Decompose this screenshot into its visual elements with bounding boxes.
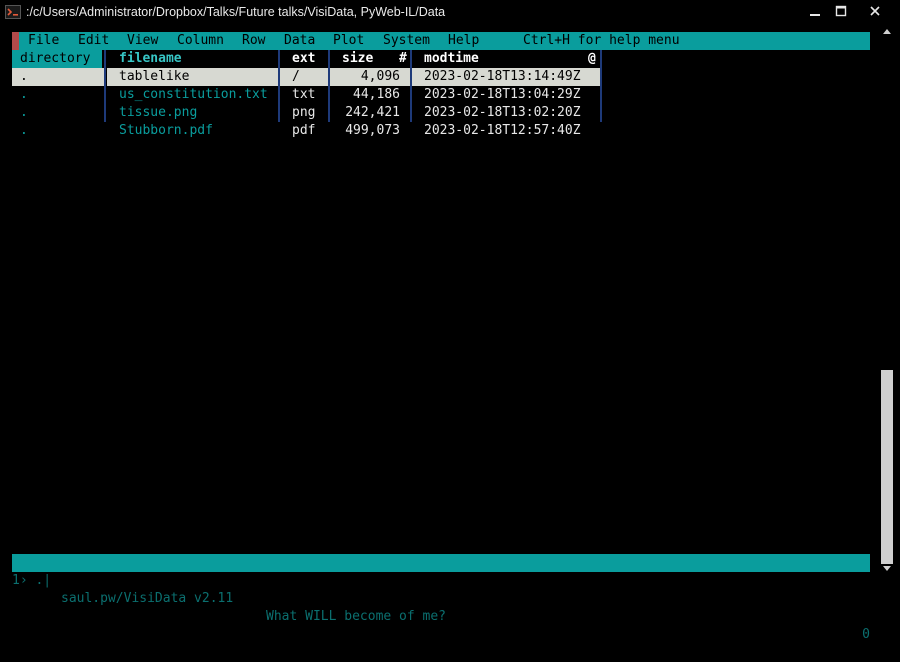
- table-row[interactable]: . tissue.png png 242,421 2023-02-18T13:0…: [12, 104, 870, 122]
- cell-directory[interactable]: .: [20, 104, 28, 122]
- scrollbar-thumb[interactable]: [881, 370, 893, 564]
- terminal-icon: [5, 5, 21, 19]
- column-type-date: @: [588, 51, 596, 66]
- vertical-scrollbar[interactable]: [880, 24, 894, 576]
- menu-help[interactable]: Help: [448, 32, 479, 50]
- terminal-window: :/c/Users/Administrator/Dropbox/Talks/Fu…: [0, 0, 900, 642]
- minimize-icon: [810, 14, 820, 16]
- cell-modtime[interactable]: 2023-02-18T12:57:40Z: [424, 122, 581, 140]
- menu-data[interactable]: Data: [284, 32, 315, 50]
- close-button[interactable]: [860, 0, 890, 22]
- cell-size[interactable]: 44,186: [330, 86, 400, 104]
- row-count: 0: [862, 627, 870, 642]
- column-header-row: directory filename ext size # modtime @: [12, 50, 870, 68]
- cell-ext[interactable]: png: [292, 104, 315, 122]
- menu-view[interactable]: View: [127, 32, 158, 50]
- menu-file[interactable]: File: [28, 32, 59, 50]
- menu-edit[interactable]: Edit: [78, 32, 109, 50]
- cell-filename[interactable]: tissue.png: [119, 104, 197, 122]
- column-header-filename[interactable]: filename: [119, 50, 182, 68]
- cell-size[interactable]: 4,096: [330, 68, 410, 86]
- cell-size[interactable]: 499,073: [330, 122, 400, 140]
- cell-modtime[interactable]: 2023-02-18T13:14:49Z: [412, 68, 600, 86]
- cell-directory[interactable]: .: [12, 68, 104, 86]
- version-label: saul.pw/VisiData v2.11: [61, 591, 234, 606]
- scroll-down-button[interactable]: [880, 562, 894, 576]
- status-message: What WILL become of me?: [266, 609, 447, 624]
- table-row[interactable]: . Stubborn.pdf pdf 499,073 2023-02-18T12…: [12, 122, 870, 140]
- menu-system[interactable]: System: [383, 32, 430, 50]
- help-hint: Ctrl+H for help menu: [523, 33, 680, 48]
- column-header-modtime[interactable]: modtime: [424, 50, 479, 68]
- maximize-icon: [835, 5, 847, 17]
- cell-ext[interactable]: pdf: [292, 122, 315, 140]
- window-title: :/c/Users/Administrator/Dropbox/Talks/Fu…: [26, 5, 446, 19]
- table-row[interactable]: . tablelike / 4,096 2023-02-18T13:14:49Z: [12, 68, 870, 86]
- cell-size[interactable]: 242,421: [330, 104, 400, 122]
- scroll-up-button[interactable]: [880, 24, 894, 38]
- chevron-up-icon: [883, 29, 891, 34]
- cell-modtime[interactable]: 2023-02-18T13:02:20Z: [424, 104, 581, 122]
- cell-directory[interactable]: .: [20, 122, 28, 140]
- column-type-numeric: #: [399, 51, 407, 66]
- title-bar[interactable]: :/c/Users/Administrator/Dropbox/Talks/Fu…: [0, 0, 900, 24]
- cell-directory[interactable]: .: [20, 86, 28, 104]
- table-row[interactable]: . us_constitution.txt txt 44,186 2023-02…: [12, 86, 870, 104]
- cell-modtime[interactable]: 2023-02-18T13:04:29Z: [424, 86, 581, 104]
- column-header-ext[interactable]: ext: [292, 50, 315, 68]
- cursor-block: [12, 32, 19, 50]
- cell-filename[interactable]: Stubborn.pdf: [119, 122, 213, 140]
- cell-ext[interactable]: txt: [292, 86, 315, 104]
- maximize-button[interactable]: [826, 0, 856, 22]
- menu-bar: File Edit View Column Row Data Plot Syst…: [12, 32, 870, 50]
- cell-filename[interactable]: us_constitution.txt: [119, 86, 268, 104]
- chevron-down-icon: [883, 566, 891, 571]
- menu-row[interactable]: Row: [242, 32, 265, 50]
- sheet-indicator[interactable]: 1› .|: [12, 572, 51, 590]
- cell-filename[interactable]: tablelike: [107, 68, 278, 86]
- close-icon: [870, 6, 880, 16]
- status-bar: 1› .| saul.pw/VisiData v2.11 What WILL b…: [12, 554, 870, 642]
- column-header-directory[interactable]: directory: [12, 50, 102, 68]
- terminal-content[interactable]: File Edit View Column Row Data Plot Syst…: [12, 32, 870, 642]
- menu-plot[interactable]: Plot: [333, 32, 364, 50]
- column-header-size[interactable]: size: [342, 50, 373, 68]
- cell-ext[interactable]: /: [280, 68, 328, 86]
- menu-column[interactable]: Column: [177, 32, 224, 50]
